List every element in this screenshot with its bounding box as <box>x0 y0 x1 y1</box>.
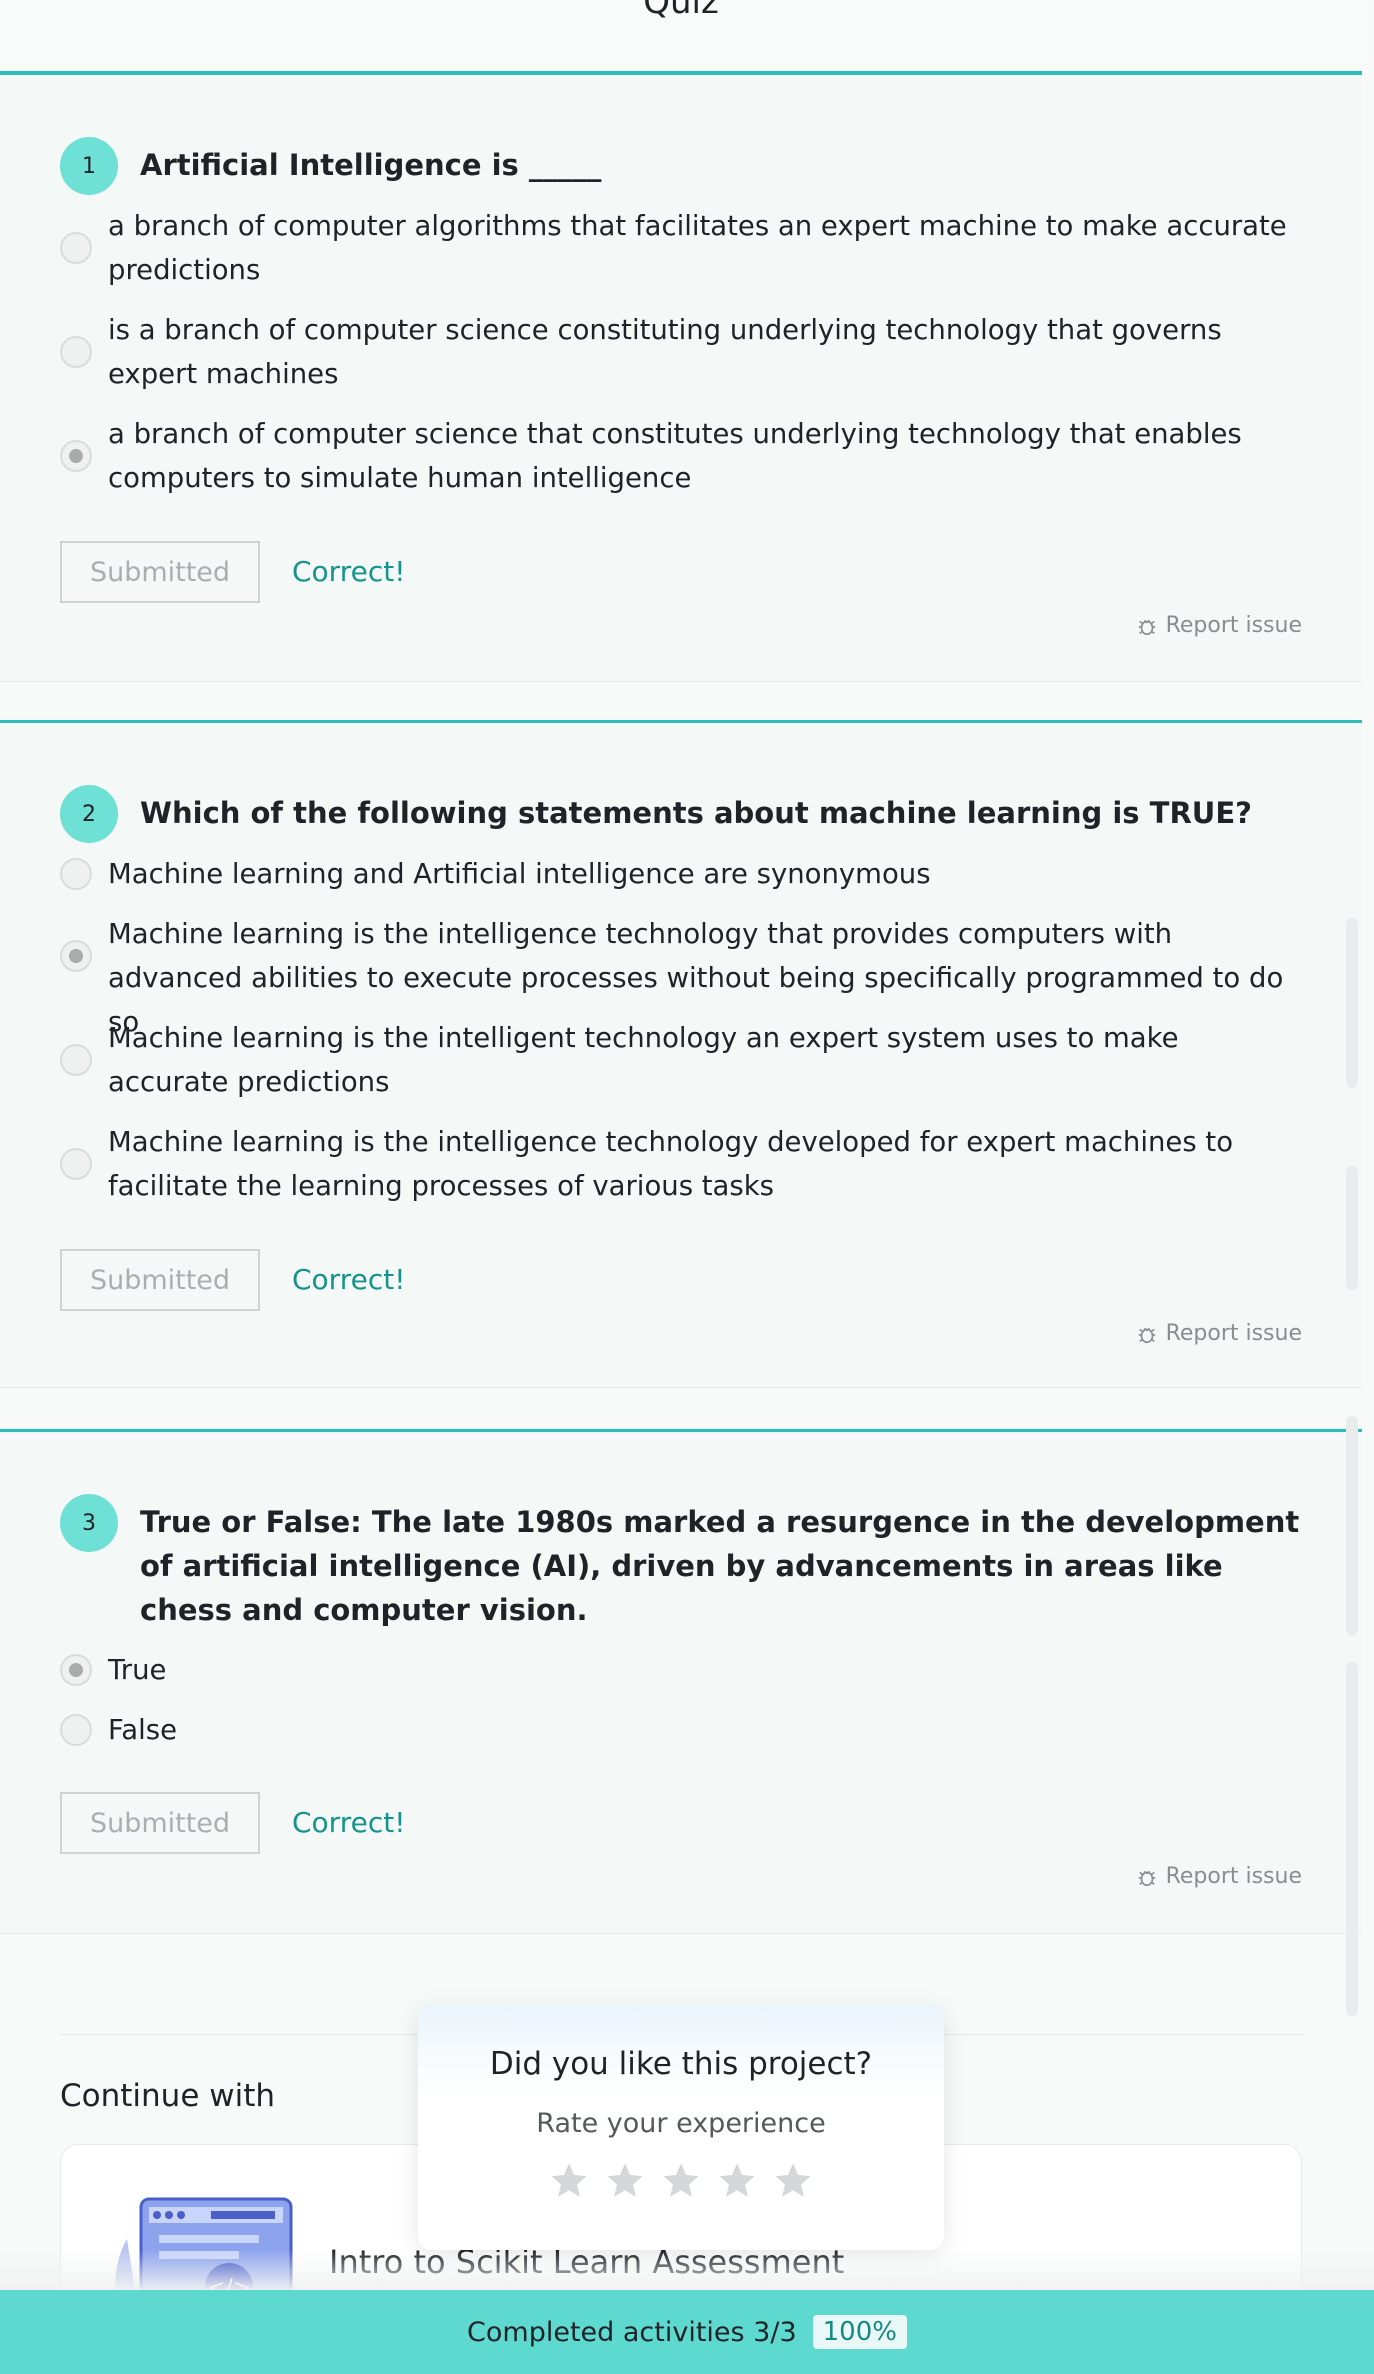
scrollbar-thumb[interactable] <box>1346 1416 1358 1636</box>
star-icon[interactable] <box>604 2160 646 2202</box>
submitted-button[interactable]: Submitted <box>60 1249 260 1311</box>
question-number-badge: 3 <box>60 1494 118 1552</box>
radio-button[interactable] <box>60 232 92 264</box>
question-card-3: 3 True or False: The late 1980s marked a… <box>0 1429 1362 1934</box>
page-title: Quiz <box>643 0 719 22</box>
star-icon[interactable] <box>660 2160 702 2202</box>
radio-button-checked[interactable] <box>60 940 92 972</box>
report-issue-link[interactable]: Report issue <box>1136 1864 1302 1889</box>
bottom-fade <box>0 2250 1374 2290</box>
result-message: Correct! <box>292 1806 406 1839</box>
bug-icon <box>1138 619 1155 635</box>
continue-title: Continue with <box>60 2078 276 2114</box>
completion-percent-badge: 100% <box>812 2315 907 2349</box>
report-issue-link[interactable]: Report issue <box>1136 1321 1302 1346</box>
question-number-badge: 1 <box>60 137 118 195</box>
radio-button[interactable] <box>60 858 92 890</box>
answer-option-label: Machine learning is the intelligence tec… <box>108 1126 1234 1202</box>
radio-button-checked[interactable] <box>60 1654 92 1686</box>
bug-icon <box>1138 1327 1155 1343</box>
rating-popup: Did you like this project? Rate your exp… <box>418 2004 944 2250</box>
question-text: Artificial Intelligence is _____ <box>140 148 602 182</box>
answer-option-label: a branch of computer science that consti… <box>108 418 1242 494</box>
bug-icon <box>1138 1870 1155 1886</box>
result-message: Correct! <box>292 1263 406 1296</box>
star-icon[interactable] <box>548 2160 590 2202</box>
submitted-button[interactable]: Submitted <box>60 1792 260 1854</box>
radio-button[interactable] <box>60 1714 92 1746</box>
report-issue-label: Report issue <box>1165 613 1302 638</box>
radio-button[interactable] <box>60 336 92 368</box>
question-text: True or False: The late 1980s marked a r… <box>140 1505 1300 1627</box>
question-number-badge: 2 <box>60 785 118 843</box>
rating-subtitle: Rate your experience <box>536 2108 826 2139</box>
scrollbar-thumb[interactable] <box>1346 1166 1358 1290</box>
radio-button[interactable] <box>60 1044 92 1076</box>
question-card-1: 1 Artificial Intelligence is _____ a bra… <box>0 72 1362 682</box>
scrollbar-thumb[interactable] <box>1346 918 1358 1088</box>
result-message: Correct! <box>292 555 406 588</box>
report-issue-label: Report issue <box>1165 1864 1302 1889</box>
answer-option-label: a branch of computer algorithms that fac… <box>108 210 1287 286</box>
question-card-2: 2 Which of the following statements abou… <box>0 720 1362 1388</box>
answer-option-label: False <box>108 1714 178 1746</box>
report-issue-label: Report issue <box>1165 1321 1302 1346</box>
star-icon[interactable] <box>772 2160 814 2202</box>
radio-button[interactable] <box>60 1148 92 1180</box>
question-text: Which of the following statements about … <box>140 796 1252 830</box>
answer-option-label: True <box>108 1654 167 1686</box>
report-issue-link[interactable]: Report issue <box>1136 613 1302 638</box>
answer-option-label: is a branch of computer science constitu… <box>108 314 1222 390</box>
scrollbar-thumb[interactable] <box>1346 1662 1358 2016</box>
rating-title: Did you like this project? <box>489 2046 873 2082</box>
star-icon[interactable] <box>716 2160 758 2202</box>
progress-footer: Completed activities 3/3 100% <box>0 2290 1374 2374</box>
star-rating <box>418 2160 944 2202</box>
radio-button-checked[interactable] <box>60 440 92 472</box>
answer-option-label: Machine learning is the intelligent tech… <box>108 1022 1179 1098</box>
completed-activities-text: Completed activities 3/3 <box>467 2316 797 2348</box>
answer-option-label: Machine learning and Artificial intellig… <box>108 858 931 890</box>
submitted-button[interactable]: Submitted <box>60 541 260 603</box>
page-header: Quiz <box>0 0 1362 74</box>
